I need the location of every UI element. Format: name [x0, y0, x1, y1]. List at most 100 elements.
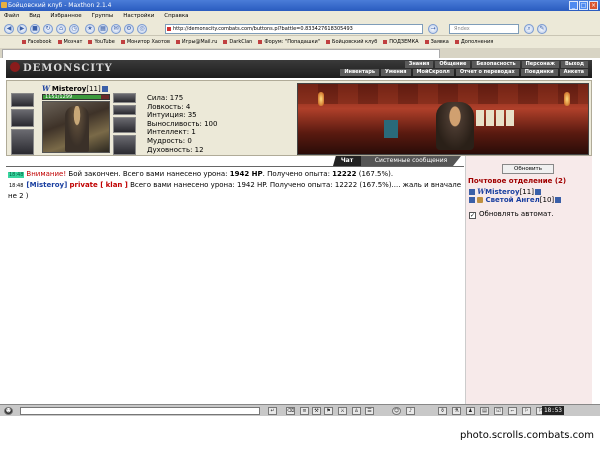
close-button[interactable]: ×	[589, 1, 598, 10]
search-go-icon[interactable]: ⌕	[524, 24, 534, 34]
menu-bar: Файл Вид Избранное Группы Настройки Спра…	[0, 11, 600, 22]
stop-icon[interactable]: ■	[30, 24, 40, 34]
checkbox-icon[interactable]: ☑	[494, 407, 503, 415]
user-name[interactable]: Misteroy	[485, 188, 519, 196]
nav-communication[interactable]: Общение	[435, 61, 471, 68]
menu-file[interactable]: Файл	[4, 11, 19, 22]
watermark: photo.scrolls.combats.com	[459, 430, 594, 441]
menu-favorites[interactable]: Избранное	[50, 11, 81, 22]
bookmark-item[interactable]: Мозчат	[58, 36, 83, 48]
home-icon[interactable]: ⌂	[56, 24, 66, 34]
character-name[interactable]: Misteroy	[52, 85, 86, 93]
chat-log: 18:48 Внимание! Бой закончен. Всего вами …	[6, 166, 464, 404]
boot-icon[interactable]: ⌐	[508, 407, 517, 415]
armor-slot[interactable]	[11, 129, 34, 155]
filter-icon[interactable]: ≡	[300, 407, 309, 415]
location-scene-image[interactable]	[297, 83, 589, 155]
bookmark-item[interactable]: Дополнения	[455, 36, 493, 48]
helmet-slot[interactable]	[11, 93, 34, 107]
nav-knowledge[interactable]: Знания	[404, 61, 434, 68]
bookmark-item[interactable]: Заявка	[425, 36, 449, 48]
message-time[interactable]: 18:48	[8, 183, 24, 189]
auto-refresh-checkbox[interactable]: ✓	[469, 212, 476, 219]
hammer-icon[interactable]: ⚒	[312, 407, 321, 415]
nav-security[interactable]: Безопасность	[472, 61, 520, 68]
chat-tab-bar: Чат Системные сообщения	[6, 156, 464, 166]
tools-icon[interactable]: ⚙	[124, 24, 134, 34]
shield-slot[interactable]	[113, 117, 136, 133]
speaker-icon[interactable]: ♪	[406, 407, 415, 415]
list-icon[interactable]: ☰	[365, 407, 374, 415]
banner-icon[interactable]: ⚑	[324, 407, 333, 415]
clan-icon	[477, 197, 484, 203]
groups-icon[interactable]: ▦	[98, 24, 108, 34]
menu-view[interactable]: Вид	[29, 11, 40, 22]
info-icon[interactable]	[534, 189, 541, 195]
nav-transfer-report[interactable]: Отчет о переводах	[455, 69, 519, 76]
browser-tab[interactable]	[2, 49, 440, 58]
smiles-icon[interactable]: ☺	[392, 407, 401, 415]
send-icon[interactable]: ↵	[268, 407, 277, 415]
nav-inventory[interactable]: Инвентарь	[340, 69, 380, 76]
message-sender[interactable]: [Misteroy]	[26, 181, 67, 189]
pen-icon[interactable]: ✎	[537, 24, 547, 34]
chat-input[interactable]	[20, 407, 260, 415]
mail-icon[interactable]: ✉	[111, 24, 121, 34]
bookmark-item[interactable]: ПОДЗЕМКА	[383, 36, 418, 48]
weapon-slot[interactable]	[11, 109, 34, 127]
potion-icon[interactable]: ⚗	[452, 407, 461, 415]
menu-groups[interactable]: Группы	[92, 11, 114, 22]
back-icon[interactable]: ◀	[4, 24, 14, 34]
bookmark-item[interactable]: YouTube	[88, 36, 114, 48]
forward-icon[interactable]: ▶	[17, 24, 27, 34]
nav-myscroll[interactable]: МойСкролл	[412, 69, 454, 76]
hp-fill: 1151/1299	[43, 95, 102, 100]
bookmark-item[interactable]: Facebook	[22, 36, 52, 48]
address-bar[interactable]: http://demonscity.combats.com/buttons.pl…	[165, 24, 423, 34]
message-time[interactable]: 18:48	[8, 172, 25, 178]
search-input[interactable]: Яndex	[449, 24, 519, 34]
eraser-icon[interactable]: ⌫	[286, 407, 295, 415]
character-avatar[interactable]	[42, 101, 110, 153]
bookmark-item[interactable]: Форум: "Попадашки"	[258, 36, 320, 48]
boots-slot[interactable]	[113, 135, 136, 155]
amulet-slot[interactable]	[113, 105, 136, 115]
nav-duels[interactable]: Поединки	[520, 69, 558, 76]
ring-slot[interactable]	[113, 93, 136, 103]
menu-help[interactable]: Справка	[164, 11, 188, 22]
tab-chat[interactable]: Чат	[333, 156, 361, 166]
nav-exit[interactable]: Выход	[560, 61, 588, 68]
globe-icon[interactable]: ◎	[137, 24, 147, 34]
smiley-menu-icon[interactable]: ☻	[4, 407, 13, 415]
nav-skills[interactable]: Умения	[381, 69, 411, 76]
info-icon[interactable]	[101, 86, 108, 92]
maximize-button[interactable]: □	[579, 1, 588, 10]
bookmark-item[interactable]: Игры@Mail.ru	[176, 36, 217, 48]
info-icon[interactable]	[555, 197, 562, 203]
minimize-button[interactable]: _	[569, 1, 578, 10]
nav-profile[interactable]: Анкета	[559, 69, 588, 76]
refresh-button[interactable]: Обновить	[502, 164, 554, 174]
go-icon[interactable]: →	[428, 24, 438, 34]
user-name[interactable]: Светой Ангел	[485, 196, 539, 204]
private-target[interactable]: klan	[106, 181, 123, 189]
tab-system-messages[interactable]: Системные сообщения	[361, 156, 461, 166]
private-message-icon[interactable]	[469, 189, 475, 195]
bottle-icon[interactable]: ⚱	[438, 407, 447, 415]
flag-icon[interactable]: ⚐	[522, 407, 531, 415]
bookmark-item[interactable]: Бойцовский клуб	[326, 36, 377, 48]
book-icon[interactable]: ▤	[480, 407, 489, 415]
private-label[interactable]: private [	[70, 181, 104, 189]
favorites-icon[interactable]: ★	[85, 24, 95, 34]
pawn-icon[interactable]: ♟	[466, 407, 475, 415]
private-message-icon[interactable]	[469, 197, 475, 203]
navigation-toolbar: ◀ ▶ ■ ↻ ⌂ ◷ ★ ▦ ✉ ⚙ ◎ http://demonscity.…	[0, 22, 600, 36]
refresh-icon[interactable]: ↻	[43, 24, 53, 34]
walker-icon[interactable]: ♙	[352, 407, 361, 415]
fighter-icon[interactable]: ⚔	[338, 407, 347, 415]
bookmark-item[interactable]: Монитор Хаотов	[121, 36, 170, 48]
menu-settings[interactable]: Настройки	[123, 11, 154, 22]
bookmark-item[interactable]: DarkClan	[223, 36, 252, 48]
history-icon[interactable]: ◷	[69, 24, 79, 34]
nav-character[interactable]: Персонаж	[521, 61, 559, 68]
